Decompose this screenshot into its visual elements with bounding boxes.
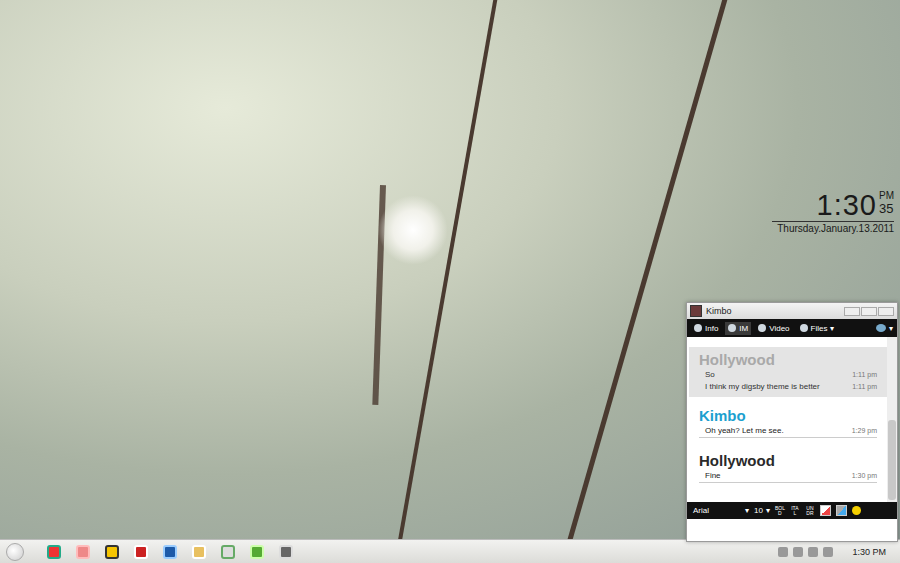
start-button[interactable] bbox=[6, 543, 24, 561]
message-input[interactable] bbox=[687, 519, 897, 541]
clock-date: Thursday.January.13.2011 bbox=[772, 223, 894, 234]
message-line: Fine1:30 pm bbox=[699, 470, 877, 483]
maximize-button[interactable] bbox=[861, 307, 877, 316]
flower-app-icon bbox=[76, 545, 90, 559]
chrome-icon bbox=[47, 545, 61, 559]
tab[interactable]: Info bbox=[691, 322, 721, 335]
minimize-button[interactable] bbox=[844, 307, 860, 316]
sender-name: Kimbo bbox=[699, 407, 877, 425]
tab[interactable]: Files▾ bbox=[797, 322, 838, 335]
scroll-thumb[interactable] bbox=[888, 420, 896, 500]
frog-app-icon bbox=[250, 545, 264, 559]
size-select[interactable]: 10▾ bbox=[754, 506, 770, 515]
message-line: Oh yeah? Let me see.1:29 pm bbox=[699, 425, 877, 438]
notepad-icon bbox=[221, 545, 235, 559]
volume-icon[interactable] bbox=[823, 547, 833, 557]
format-button[interactable]: BOLD bbox=[775, 506, 785, 516]
scrollbar[interactable] bbox=[887, 337, 897, 502]
taskbar-app[interactable] bbox=[219, 543, 237, 561]
clock-meridiem: PM bbox=[879, 190, 894, 201]
tab-icon bbox=[758, 324, 766, 332]
folder-icon bbox=[192, 545, 206, 559]
taskbar: 1:30 PM bbox=[0, 539, 900, 563]
message-line: I think my digsby theme is better1:11 pm bbox=[699, 381, 877, 393]
message-group: HollywoodFine1:30 pm bbox=[689, 448, 887, 487]
filezilla-icon bbox=[134, 545, 148, 559]
clock-widget: 1:30PM35 Thursday.January.13.2011 bbox=[772, 190, 894, 234]
message-list: HollywoodSo1:11 pmI think my digsby them… bbox=[687, 337, 897, 502]
taskbar-app[interactable] bbox=[74, 543, 92, 561]
message-group: KimboOh yeah? Let me see.1:29 pm bbox=[689, 403, 887, 442]
tab-bar: Info IM Video Files▾ ▾ bbox=[687, 319, 897, 337]
format-button[interactable]: UNDR bbox=[805, 506, 815, 516]
status-icon bbox=[876, 324, 886, 332]
taskbar-app[interactable] bbox=[277, 543, 295, 561]
message-line: So1:11 pm bbox=[699, 369, 877, 381]
font-select[interactable]: Arial▾ bbox=[693, 506, 749, 515]
taskbar-app[interactable] bbox=[248, 543, 266, 561]
tab[interactable]: Video bbox=[755, 322, 792, 335]
clock-seconds: 35 bbox=[879, 201, 894, 216]
taskbar-app[interactable] bbox=[161, 543, 179, 561]
sender-name: Hollywood bbox=[699, 351, 877, 369]
window-title: Kimbo bbox=[706, 306, 840, 316]
tab[interactable]: IM bbox=[725, 322, 751, 335]
title-bar[interactable]: Kimbo bbox=[687, 303, 897, 319]
format-button[interactable]: ITAL bbox=[790, 506, 800, 516]
photoshop-icon bbox=[163, 545, 177, 559]
network-icon[interactable] bbox=[793, 547, 803, 557]
tab-icon bbox=[694, 324, 702, 332]
taskbar-app[interactable] bbox=[132, 543, 150, 561]
message-group: HollywoodSo1:11 pmI think my digsby them… bbox=[689, 347, 887, 397]
desktop: 1:30PM35 Thursday.January.13.2011 Kimbo Inf… bbox=[0, 0, 900, 539]
emoticon-icon[interactable] bbox=[852, 506, 861, 515]
background-color-icon[interactable] bbox=[836, 505, 847, 516]
taskbar-app[interactable] bbox=[103, 543, 121, 561]
digsby-icon bbox=[279, 545, 293, 559]
screen: 1:30PM35 Thursday.January.13.2011 Kimbo Inf… bbox=[0, 0, 900, 563]
options-menu[interactable]: ▾ bbox=[876, 324, 893, 333]
bird-app-icon bbox=[105, 545, 119, 559]
power-icon[interactable] bbox=[808, 547, 818, 557]
tab-icon bbox=[728, 324, 736, 332]
flag-icon[interactable] bbox=[778, 547, 788, 557]
avatar-icon bbox=[690, 305, 702, 317]
text-color-icon[interactable] bbox=[820, 505, 831, 516]
clock-time: 1:30 bbox=[817, 190, 877, 220]
close-button[interactable] bbox=[878, 307, 894, 316]
chat-window[interactable]: KimboInfoIMVideoFiles▾▾HollywoodSo1:11 p… bbox=[686, 302, 898, 542]
sender-name: Hollywood bbox=[699, 452, 877, 470]
taskbar-app[interactable] bbox=[45, 543, 63, 561]
taskbar-clock[interactable]: 1:30 PM bbox=[844, 547, 894, 557]
tab-icon bbox=[800, 324, 808, 332]
format-bar: Arial▾ 10▾ BOLD ITAL UNDR bbox=[687, 502, 897, 519]
taskbar-app[interactable] bbox=[190, 543, 208, 561]
